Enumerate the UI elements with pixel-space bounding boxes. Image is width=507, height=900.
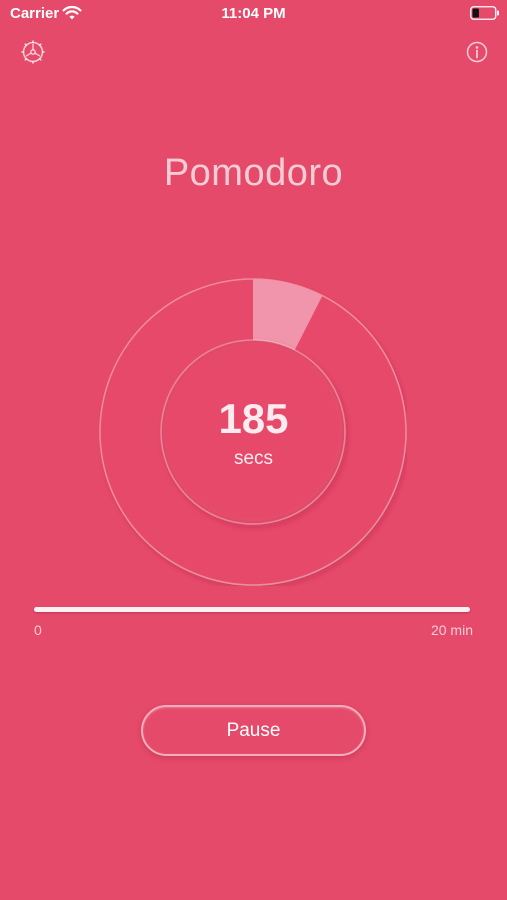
duration-slider-fill xyxy=(34,607,470,612)
clock-time: 11:04 PM xyxy=(221,5,286,22)
battery-icon xyxy=(470,6,499,20)
slider-min-label: 0 xyxy=(34,622,42,638)
page-title: Pomodoro xyxy=(163,152,344,194)
status-bar: Carrier 11:04 PM xyxy=(0,0,507,28)
pause-button[interactable]: Pause xyxy=(141,705,366,756)
timer-unit: secs xyxy=(233,448,274,469)
duration-slider[interactable] xyxy=(34,607,470,612)
gear-icon[interactable] xyxy=(21,40,45,64)
info-icon[interactable] xyxy=(465,40,489,64)
timer-value: 185 xyxy=(218,395,289,442)
timer-readout: 185 secs xyxy=(0,394,507,470)
slider-max-label: 20 min xyxy=(430,622,473,638)
